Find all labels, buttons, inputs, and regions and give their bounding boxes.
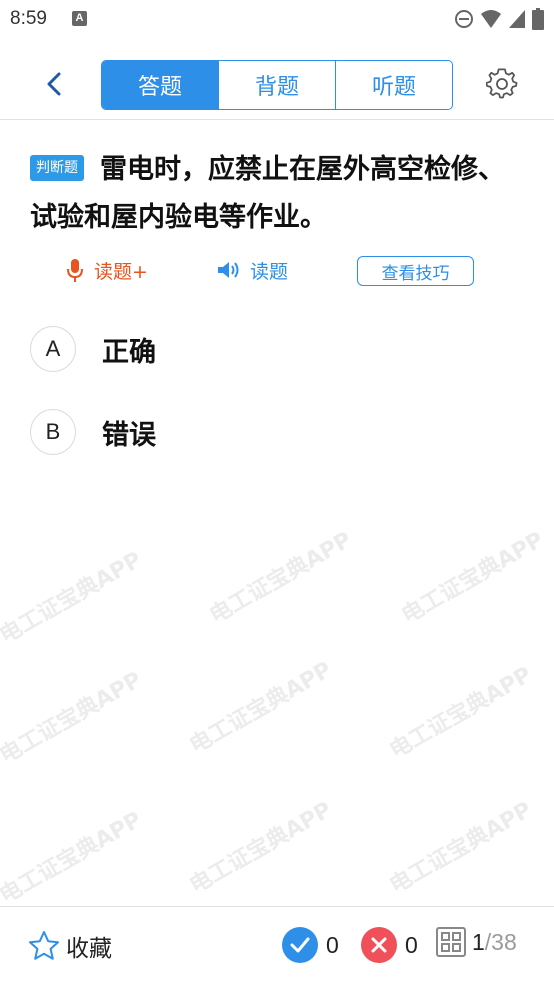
option-b-letter: B: [30, 409, 76, 455]
watermark: 电工证宝典APP: [185, 797, 337, 899]
watermark: 电工证宝典APP: [0, 547, 147, 649]
correct-count-value: 0: [326, 931, 339, 958]
tab-listen[interactable]: 听题: [336, 61, 452, 109]
do-not-disturb-icon: [455, 10, 473, 28]
speaker-icon: [218, 262, 239, 278]
grid-icon: [436, 927, 466, 957]
star-icon: [29, 931, 59, 960]
check-icon: [282, 927, 318, 963]
watermark: 电工证宝典APP: [0, 667, 147, 769]
battery-icon: [532, 8, 544, 30]
question-type-badge: 判断题: [30, 155, 84, 181]
wrong-count-value: 0: [405, 931, 418, 958]
question-text-block: 判断题 雷电时，应禁止在屋外高空检修、试验和屋内验电等作业。: [30, 146, 530, 242]
app-notification-icon: A: [72, 11, 87, 26]
option-a-letter: A: [30, 326, 76, 372]
watermark: 电工证宝典APP: [385, 662, 537, 764]
mode-tabs: 答题 背题 听题: [101, 60, 453, 110]
header: 答题 背题 听题: [0, 40, 554, 120]
favorite-button[interactable]: 收藏: [28, 929, 112, 963]
settings-button[interactable]: [484, 66, 520, 102]
watermark: 电工证宝典APP: [385, 797, 537, 899]
cross-icon: [361, 927, 397, 963]
gear-icon: [486, 68, 518, 99]
correct-count: 0: [282, 927, 339, 963]
view-tips-button[interactable]: 查看技巧: [357, 256, 474, 286]
option-b-text: 错误: [102, 419, 156, 451]
chevron-left-icon: [47, 72, 61, 96]
tab-answer[interactable]: 答题: [102, 61, 219, 109]
status-time: 8:59: [10, 8, 47, 29]
cell-signal-icon: [509, 10, 525, 28]
wifi-icon: [481, 10, 501, 28]
progress-current: 1: [472, 928, 485, 955]
progress-total: /38: [484, 928, 517, 955]
read-plus-button[interactable]: 读题+: [64, 253, 148, 287]
status-icons: [454, 8, 544, 30]
bottom-bar: 收藏 0 0 1/38: [0, 906, 554, 984]
option-b[interactable]: B 错误: [30, 408, 510, 456]
tab-recite[interactable]: 背题: [219, 61, 336, 109]
read-plus-label: 读题+: [94, 260, 148, 283]
microphone-icon: [67, 259, 83, 282]
option-a-text: 正确: [102, 336, 156, 368]
favorite-label: 收藏: [66, 936, 112, 962]
back-button[interactable]: [36, 66, 72, 102]
watermark: 电工证宝典APP: [205, 527, 357, 629]
watermark: 电工证宝典APP: [397, 527, 549, 629]
question-progress-button[interactable]: 1/38: [436, 927, 517, 957]
watermark: 电工证宝典APP: [0, 807, 147, 909]
question-text: 雷电时，应禁止在屋外高空检修、试验和屋内验电等作业。: [30, 154, 505, 233]
question-tools: 读题+ 读题 查看技巧: [0, 253, 554, 287]
wrong-count: 0: [361, 927, 418, 963]
watermark: 电工证宝典APP: [185, 657, 337, 759]
option-a[interactable]: A 正确: [30, 325, 510, 373]
read-label: 读题: [250, 260, 289, 283]
read-button[interactable]: 读题: [216, 253, 288, 287]
status-bar: 8:59 A: [0, 0, 554, 40]
